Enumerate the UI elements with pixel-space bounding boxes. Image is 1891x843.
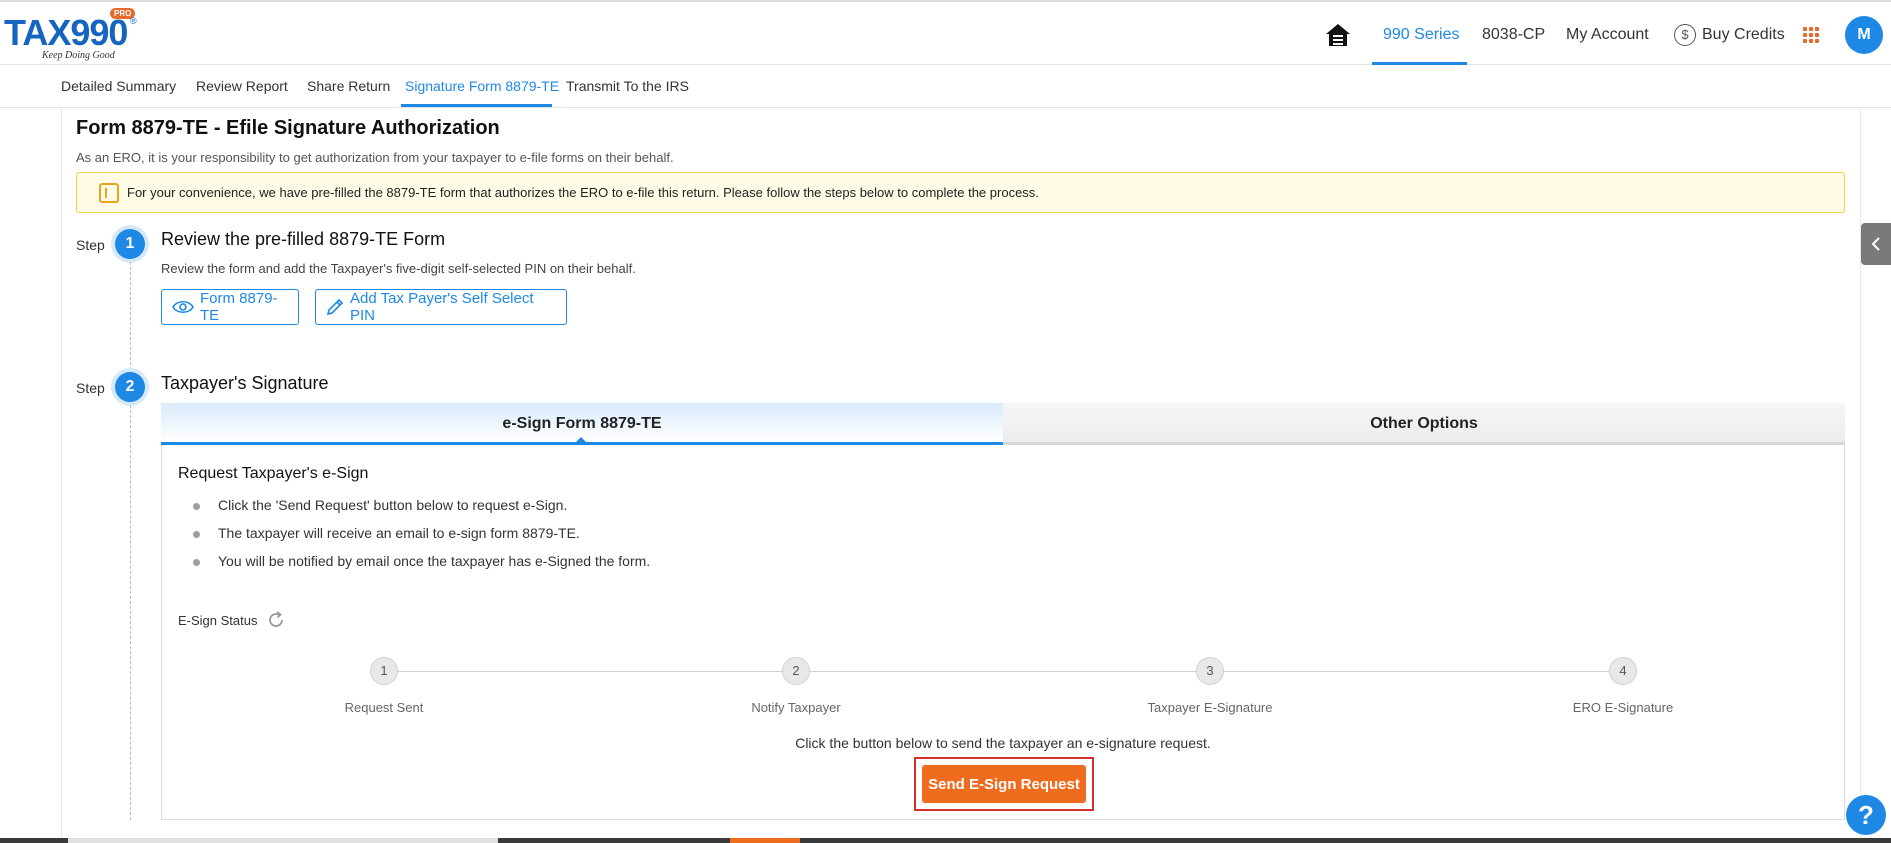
esign-status-label: E-Sign Status (178, 613, 258, 628)
logo-registered-mark: ® (130, 16, 137, 26)
bullet-icon (193, 559, 200, 566)
step-1-title: Review the pre-filled 8879-TE Form (161, 229, 446, 249)
send-hint-text: Click the button below to send the taxpa… (795, 735, 1211, 751)
chevron-left-icon (1871, 237, 1880, 251)
tab-review-report[interactable]: Review Report (196, 78, 288, 94)
return-subtabs: Detailed Summary Review Report Share Ret… (0, 65, 1891, 108)
nav-8038-cp[interactable]: 8038-CP (1482, 26, 1545, 44)
progress-step-1: 1 (370, 657, 398, 685)
subtab-active-underline (401, 104, 552, 107)
panel-title: Request Taxpayer's e-Sign (178, 465, 369, 482)
step-1-description: Review the form and add the Taxpayer's f… (161, 261, 636, 276)
send-esign-request-button[interactable]: Send E-Sign Request (922, 765, 1086, 803)
bottom-edge-segment (68, 838, 498, 843)
logo-brand: TAX990 (4, 12, 128, 53)
top-header: TAX990 PRO ® Keep Doing Good 990 Series … (0, 0, 1891, 65)
tab-transmit-irs[interactable]: Transmit To the IRS (566, 78, 689, 94)
view-form-8879-button[interactable]: Form 8879-TE (161, 289, 299, 325)
progress-step-3: 3 (1196, 657, 1224, 685)
nav-buy-credits[interactable]: Buy Credits (1702, 26, 1785, 44)
notepad-icon (99, 183, 119, 203)
bullet-icon (193, 503, 200, 510)
dollar-icon: $ (1674, 24, 1696, 46)
step-connector (130, 405, 131, 820)
step-2-title: Taxpayer's Signature (161, 373, 329, 393)
add-pin-button[interactable]: Add Tax Payer's Self Select PIN (315, 289, 567, 325)
side-panel-toggle[interactable] (1861, 223, 1891, 265)
tab-detailed-summary[interactable]: Detailed Summary (61, 78, 176, 94)
nav-990-series[interactable]: 990 Series (1383, 26, 1460, 44)
view-form-label: Form 8879-TE (200, 290, 278, 324)
progress-step-4: 4 (1609, 657, 1637, 685)
bullet-text: Click the 'Send Request' button below to… (218, 497, 568, 513)
eye-icon (172, 300, 194, 314)
progress-label-1: Request Sent (344, 700, 424, 715)
tax990-logo[interactable]: TAX990 PRO ® Keep Doing Good (4, 8, 138, 66)
step-1-label: Step (76, 237, 105, 253)
bullet-text: You will be notified by email once the t… (218, 553, 651, 569)
notice-text: For your convenience, we have pre-filled… (127, 185, 1039, 200)
progress-step-2: 2 (782, 657, 810, 685)
page-title: Form 8879-TE - Efile Signature Authoriza… (76, 117, 500, 139)
user-avatar[interactable]: M (1845, 16, 1883, 54)
bullet-text: The taxpayer will receive an email to e-… (218, 525, 580, 541)
progress-label-2: Notify Taxpayer (751, 700, 841, 715)
progress-label-3: Taxpayer E-Signature (1147, 700, 1273, 715)
tab-signature-form[interactable]: Signature Form 8879-TE (405, 78, 559, 94)
apps-grid-icon[interactable] (1803, 27, 1819, 43)
tab-share-return[interactable]: Share Return (307, 78, 390, 94)
tab-other-options[interactable]: Other Options (1003, 403, 1845, 445)
step-1-badge: 1 (115, 229, 145, 259)
progress-track (384, 671, 1624, 672)
active-tab-caret (574, 437, 588, 444)
step-2-badge: 2 (115, 372, 145, 402)
bullet-icon (193, 531, 200, 538)
step-2-label: Step (76, 380, 105, 396)
progress-label-4: ERO E-Signature (1572, 700, 1674, 715)
nav-my-account[interactable]: My Account (1566, 26, 1649, 44)
signature-method-tabs: e-Sign Form 8879-TE Other Options (161, 403, 1845, 445)
step-connector (130, 262, 131, 370)
home-icon[interactable] (1325, 22, 1351, 48)
page-subtitle: As an ERO, it is your responsibility to … (76, 150, 674, 165)
send-button-highlight: Send E-Sign Request (914, 757, 1094, 811)
logo-tagline: Keep Doing Good (42, 50, 115, 61)
bottom-edge-accent (730, 838, 800, 843)
add-pin-label: Add Tax Payer's Self Select PIN (350, 290, 534, 324)
pencil-icon (326, 298, 344, 316)
refresh-icon[interactable] (266, 610, 286, 630)
help-button[interactable]: ? (1846, 795, 1886, 835)
info-notice: For your convenience, we have pre-filled… (76, 172, 1845, 213)
